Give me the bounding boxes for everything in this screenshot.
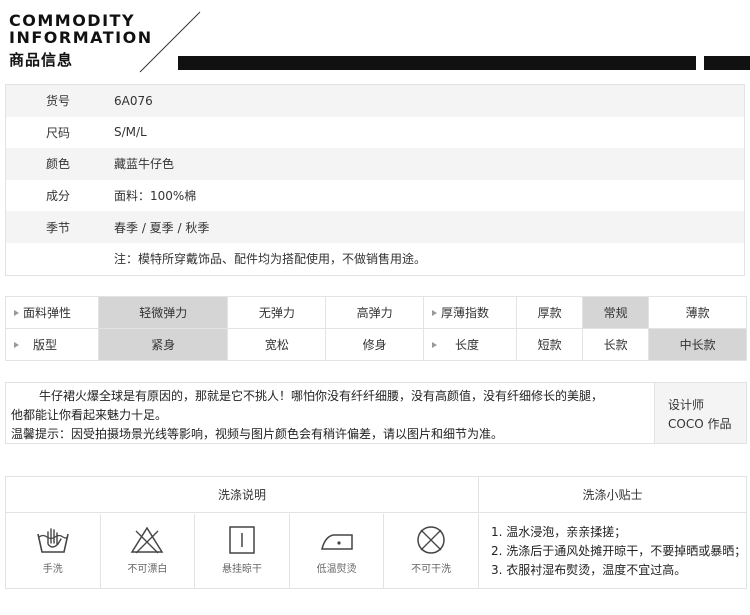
washing-tip: 2. 洗涤后于通风处摊开晾干，不要掉晒或暴晒；	[491, 544, 746, 558]
product-info-table: 货号 6A076 尺码 S/M/L 颜色 藏蓝牛仔色 成分 面料：100%棉 季…	[5, 84, 745, 276]
attribute-label: 厚薄指数	[423, 296, 518, 329]
header-title-en-line1: COMMODITY	[9, 11, 136, 30]
header-bar-short	[704, 56, 750, 70]
description-tip: 温馨提示：因受拍摄场景光线等影响，视频与图片颜色会有稍许偏差，请以图片和细节为准…	[11, 427, 504, 441]
header-title-cn: 商品信息	[9, 51, 74, 69]
attribute-option: 短款	[516, 328, 584, 361]
designer-label: 设计师	[668, 398, 705, 412]
info-key: 货号	[46, 94, 71, 109]
attribute-option: 厚款	[516, 296, 584, 329]
attribute-option-selected: 常规	[582, 296, 650, 329]
info-value: 春季 / 夏季 / 秋季	[114, 220, 210, 235]
washing-section: 洗涤说明 洗涤小贴士 手洗 不可漂白 悬挂晾干 低温熨烫 不可干洗 1. 温水浸…	[5, 476, 747, 589]
attribute-option: 宽松	[227, 328, 327, 361]
washing-icon-label: 低温熨烫	[316, 564, 357, 575]
designer-panel: 设计师 COCO 作品	[654, 383, 746, 443]
attribute-label-text: 厚薄指数	[441, 306, 490, 320]
description-line: 他都能让你看起来魅力十足。	[11, 408, 168, 422]
designer-name: COCO 作品	[668, 417, 732, 431]
info-row: 货号 6A076	[6, 85, 744, 117]
attribute-option: 修身	[325, 328, 425, 361]
washing-tips-list: 1. 温水浸泡，亲亲揉搓； 2. 洗涤后于通风处摊开晾干，不要掉晒或暴晒； 3.…	[478, 514, 746, 588]
washing-icon-cell: 不可干洗	[384, 514, 478, 588]
attribute-grid: 面料弹性 轻微弹力 无弹力 高弹力 厚薄指数 厚款 常规 薄款 版型 紧身 宽松…	[5, 296, 747, 361]
attribute-option: 薄款	[648, 296, 747, 329]
attribute-label: 版型	[5, 328, 99, 361]
attribute-label: 长度	[423, 328, 518, 361]
attribute-label: 面料弹性	[5, 296, 99, 329]
info-value: S/M/L	[114, 125, 147, 140]
attribute-option-selected: 轻微弹力	[97, 296, 229, 329]
washing-icon-label: 悬挂晾干	[221, 564, 262, 575]
washing-tip: 3. 衣服衬湿布熨烫，温度不宜过高。	[491, 563, 687, 577]
attribute-option: 无弹力	[227, 296, 327, 329]
info-key: 成分	[46, 189, 71, 204]
attribute-option-selected: 中长款	[648, 328, 747, 361]
info-key: 颜色	[46, 157, 71, 172]
triangle-right-icon	[14, 310, 19, 316]
washing-icon-label: 手洗	[42, 564, 63, 575]
info-value: 面料：100%棉	[114, 189, 197, 204]
info-note: 注：模特所穿戴饰品、配件均为搭配使用，不做销售用途。	[114, 252, 427, 267]
info-row: 尺码 S/M/L	[6, 117, 744, 149]
attribute-label-text: 版型	[33, 338, 58, 352]
attribute-label-text: 长度	[455, 338, 480, 352]
hang-dry-icon	[229, 526, 255, 554]
hand-wash-icon	[37, 528, 69, 553]
triangle-right-icon	[14, 342, 19, 348]
description-line: 牛仔裙火爆全球是有原因的，那就是它不挑人！哪怕你没有纤纤细腰，没有高颜值，没有纤…	[39, 389, 604, 403]
triangle-right-icon	[432, 342, 438, 348]
info-value: 6A076	[114, 93, 153, 108]
header-bar-long	[178, 56, 696, 70]
attribute-label-text: 面料弹性	[23, 306, 72, 320]
attribute-row: 版型 紧身 宽松 修身 长度 短款 长款 中长款	[5, 328, 747, 361]
no-dry-clean-icon	[417, 526, 445, 554]
washing-heading: 洗涤说明	[6, 477, 478, 513]
washing-icon-cell: 低温熨烫	[290, 514, 385, 588]
info-row-note: 注：模特所穿戴饰品、配件均为搭配使用，不做销售用途。	[6, 243, 744, 275]
washing-tips-heading: 洗涤小贴士	[478, 477, 746, 513]
attribute-row: 面料弹性 轻微弹力 无弹力 高弹力 厚薄指数 厚款 常规 薄款	[5, 296, 747, 329]
no-bleach-icon	[131, 526, 164, 554]
washing-icons-row: 手洗 不可漂白 悬挂晾干 低温熨烫 不可干洗	[6, 514, 478, 588]
description-box: 牛仔裙火爆全球是有原因的，那就是它不挑人！哪怕你没有纤纤细腰，没有高颜值，没有纤…	[5, 382, 747, 444]
section-header: COMMODITY INFORMATION 商品信息	[0, 0, 750, 80]
washing-icon-cell: 悬挂晾干	[195, 514, 290, 588]
info-row: 颜色 藏蓝牛仔色	[6, 148, 744, 180]
washing-tip: 1. 温水浸泡，亲亲揉搓；	[491, 525, 627, 539]
info-value: 藏蓝牛仔色	[114, 157, 175, 172]
attribute-option-selected: 紧身	[97, 328, 229, 361]
header-title-en-line2: INFORMATION	[9, 28, 153, 47]
washing-icon-label: 不可漂白	[127, 564, 168, 575]
info-key: 尺码	[46, 125, 71, 140]
attribute-option: 长款	[582, 328, 650, 361]
info-key: 季节	[46, 220, 71, 235]
washing-icon-cell: 不可漂白	[101, 514, 196, 588]
description-text: 牛仔裙火爆全球是有原因的，那就是它不挑人！哪怕你没有纤纤细腰，没有高颜值，没有纤…	[11, 387, 651, 444]
low-iron-icon	[320, 534, 353, 550]
info-row: 成分 面料：100%棉	[6, 180, 744, 212]
triangle-right-icon	[432, 310, 438, 316]
info-row: 季节 春季 / 夏季 / 秋季	[6, 211, 744, 243]
attribute-option: 高弹力	[325, 296, 425, 329]
washing-icon-label: 不可干洗	[411, 564, 452, 575]
washing-icon-cell: 手洗	[6, 514, 101, 588]
